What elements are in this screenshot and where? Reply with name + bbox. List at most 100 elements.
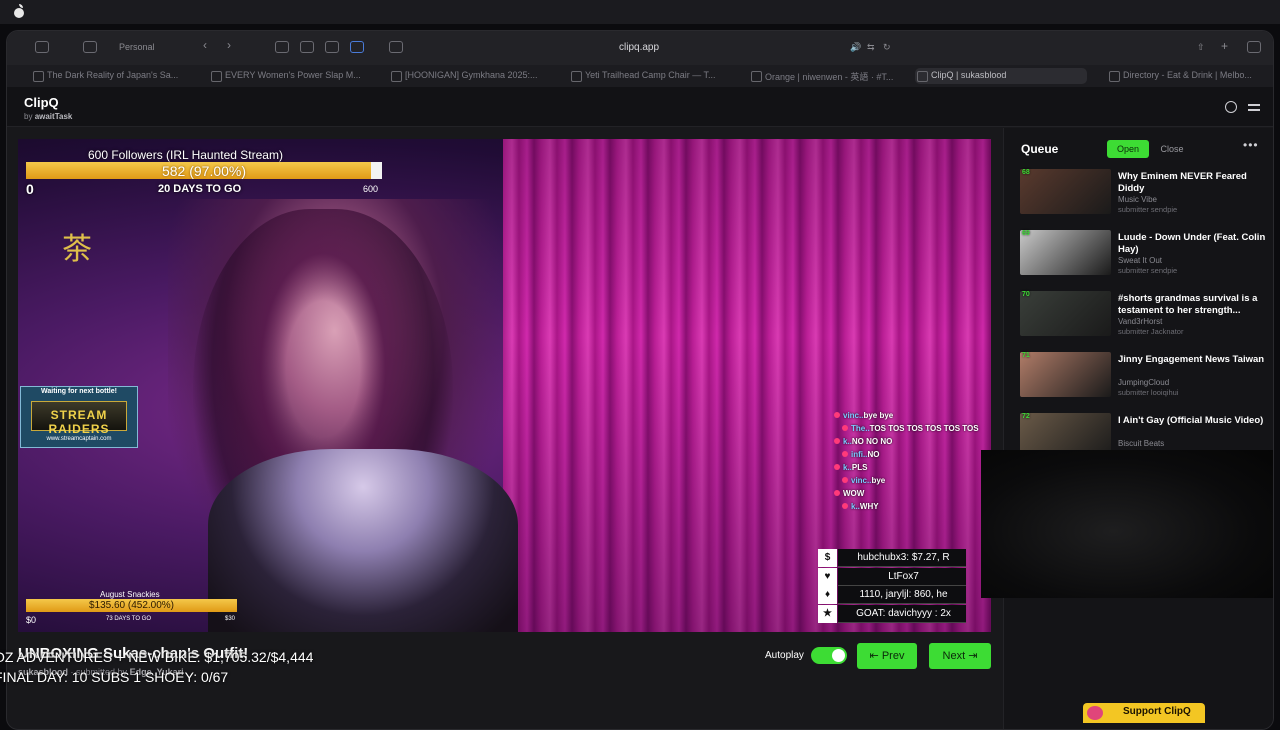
raiders-url: www.streamcaptain.com	[46, 436, 112, 442]
queue-thumbnail[interactable]	[1020, 291, 1111, 336]
follower-goal-value: 582 (97.00%)	[161, 163, 247, 179]
new-tab-icon[interactable]: +	[1221, 39, 1228, 53]
queue-panel: Queue Open Close ••• 68 Why Eminem NEVER …	[1003, 128, 1273, 729]
chat-message: k..WHY	[828, 502, 988, 515]
apple-icon[interactable]	[13, 4, 25, 18]
translate-icon[interactable]: ⇆	[867, 42, 875, 53]
ticker-row: $ hubchubx3: $7.27, R	[818, 549, 966, 567]
queue-close-button[interactable]: Close	[1151, 140, 1193, 158]
ticker-text: 1110, jaryljl: 860, he	[838, 586, 966, 604]
queue-thumbnail[interactable]	[1020, 169, 1111, 214]
address-bar[interactable]: clipq.app	[619, 42, 659, 53]
browser-tab[interactable]: Yeti Trailhead Camp Chair — T...	[569, 68, 727, 84]
app-logo[interactable]: ClipQ	[24, 95, 59, 110]
snack-goal-max: $30	[225, 616, 236, 622]
reload-icon[interactable]: ↻	[883, 42, 891, 53]
app-byline: by awaitTask	[24, 112, 73, 121]
audio-icon[interactable]: 🔊	[850, 42, 861, 53]
ticker-text: GOAT: davichyyy : 2x	[838, 604, 966, 623]
stream-chat-overlay: vinc..bye bye The..TOS TOS TOS TOS TOS TO…	[828, 411, 988, 515]
browser-window: Personal ‹ › clipq.app 🔊 ⇆ ↻ ⇧ + The Dar…	[6, 30, 1274, 730]
raiders-logo-text: STREAM RAIDERS	[48, 408, 110, 436]
stream-raiders-widget: Waiting for next bottle! STREAM RAIDERS …	[20, 386, 138, 448]
history-icon[interactable]	[1225, 101, 1237, 113]
reader-icon[interactable]	[389, 41, 403, 53]
queue-number: 70	[1022, 291, 1030, 298]
ticker-row: ★ GOAT: davichyyy : 2x	[818, 604, 966, 623]
queue-item-channel: Music Vibe	[1118, 195, 1157, 204]
raiders-logo: STREAM RAIDERS	[31, 401, 127, 436]
video-player[interactable]: 600 Followers (IRL Haunted Stream) 582 (…	[18, 139, 991, 632]
chat-message: vinc..bye	[828, 476, 988, 489]
queue-item-title[interactable]: Luude - Down Under (Feat. Colin Hay)	[1118, 232, 1270, 256]
queue-title: Queue	[1021, 142, 1059, 156]
back-icon[interactable]: ‹	[203, 38, 207, 52]
profile-switcher[interactable]: Personal	[119, 42, 155, 52]
tab-bar: The Dark Reality of Japan's Sa... EVERY …	[7, 65, 1273, 87]
browser-tab-active[interactable]: ClipQ | sukasblood	[915, 68, 1087, 84]
shoey-goal-overlay: FINAL DAY: 10 SUBS 1 SHOEY: 0/67	[0, 669, 229, 685]
tabs-icon[interactable]	[1247, 41, 1261, 53]
queue-item-submitter: submitter sendpie	[1118, 266, 1178, 275]
queue-open-button[interactable]: Open	[1107, 140, 1149, 158]
queue-item-title[interactable]: Why Eminem NEVER Feared Diddy	[1118, 171, 1270, 195]
browser-tab[interactable]: The Dark Reality of Japan's Sa...	[31, 68, 186, 84]
prev-button[interactable]: ⇤ Prev	[857, 643, 917, 669]
shield-icon[interactable]	[325, 41, 339, 53]
chat-badge-icon	[842, 503, 848, 509]
menu-bar	[0, 0, 1280, 24]
browser-tab[interactable]: Orange | niwenwen - 英語 · #T...	[749, 68, 907, 84]
queue-item[interactable]: 70 #shorts grandmas survival is a testame…	[1020, 291, 1270, 343]
ticker-row: ♦ 1110, jaryljl: 860, he	[818, 586, 966, 604]
snack-goal-value: $135.60 (452.00%)	[88, 600, 175, 611]
queue-item-title[interactable]: #shorts grandmas survival is a testament…	[1118, 293, 1270, 317]
share-icon[interactable]: ⇧	[1197, 42, 1205, 53]
settings-icon[interactable]	[1248, 101, 1260, 113]
queue-item[interactable]: 69 Luude - Down Under (Feat. Colin Hay) Sw…	[1020, 230, 1270, 282]
queue-item-title[interactable]: Jinny Engagement News Taiwan	[1118, 354, 1270, 366]
browser-tab[interactable]: EVERY Women's Power Slap M...	[209, 68, 367, 84]
tab-overview-icon[interactable]	[83, 41, 97, 53]
chat-text: WOW	[843, 489, 865, 498]
chat-message: WOW	[828, 489, 988, 502]
support-button[interactable]: Support ClipQ	[1083, 703, 1205, 723]
ticker-text: LtFox7	[838, 567, 966, 586]
chat-user: k..	[843, 437, 852, 446]
chat-text: WHY	[859, 502, 879, 511]
chat-text: bye bye	[863, 411, 894, 420]
follower-goal-title: 600 Followers (IRL Haunted Stream)	[88, 148, 283, 162]
snack-goal-min: $0	[26, 615, 37, 625]
extension-icon[interactable]	[275, 41, 289, 53]
browser-tab[interactable]: [HOONIGAN] Gymkhana 2025:...	[389, 68, 547, 84]
autoplay-toggle[interactable]	[811, 647, 847, 664]
follower-goal-max: 600	[363, 184, 379, 194]
sidebar-toggle-icon[interactable]	[35, 41, 49, 53]
queue-thumbnail[interactable]	[1020, 352, 1111, 397]
more-options-icon[interactable]: •••	[1243, 138, 1259, 152]
queue-item-submitter: submitter Jacknator	[1118, 327, 1184, 336]
queue-item[interactable]: 68 Why Eminem NEVER Feared Diddy Music Vib…	[1020, 169, 1270, 221]
chat-badge-icon	[834, 438, 840, 444]
chat-badge-icon	[834, 464, 840, 470]
chat-badge-icon	[834, 490, 840, 496]
ticker-icon: ★	[818, 604, 837, 623]
queue-item-title[interactable]: I Ain't Gay (Official Music Video)	[1118, 415, 1270, 427]
chat-message: infi..NO	[828, 450, 988, 463]
chat-text: NO	[867, 450, 880, 459]
forward-icon[interactable]: ›	[227, 38, 231, 52]
queue-item-channel: Sweat It Out	[1118, 256, 1163, 265]
snack-goal-days: 73 DAYS TO GO	[106, 616, 152, 622]
chat-text: NO NO NO	[851, 437, 893, 446]
queue-item[interactable]: 71 Jinny Engagement News Taiwan JumpingClo…	[1020, 352, 1270, 404]
browser-toolbar: Personal ‹ › clipq.app 🔊 ⇆ ↻ ⇧ +	[7, 31, 1273, 65]
browser-tab[interactable]: Directory - Eat & Drink | Melbo...	[1107, 68, 1273, 84]
bitwarden-icon[interactable]	[350, 41, 364, 53]
chat-user: infi..	[851, 450, 868, 459]
privacy-icon[interactable]	[300, 41, 314, 53]
queue-thumbnail[interactable]	[1020, 230, 1111, 275]
chat-badge-icon	[842, 425, 848, 431]
chat-user: The..	[851, 424, 870, 433]
chat-user: k..	[851, 502, 860, 511]
chat-badge-icon	[842, 477, 848, 483]
next-button[interactable]: Next ⇥	[929, 643, 991, 669]
